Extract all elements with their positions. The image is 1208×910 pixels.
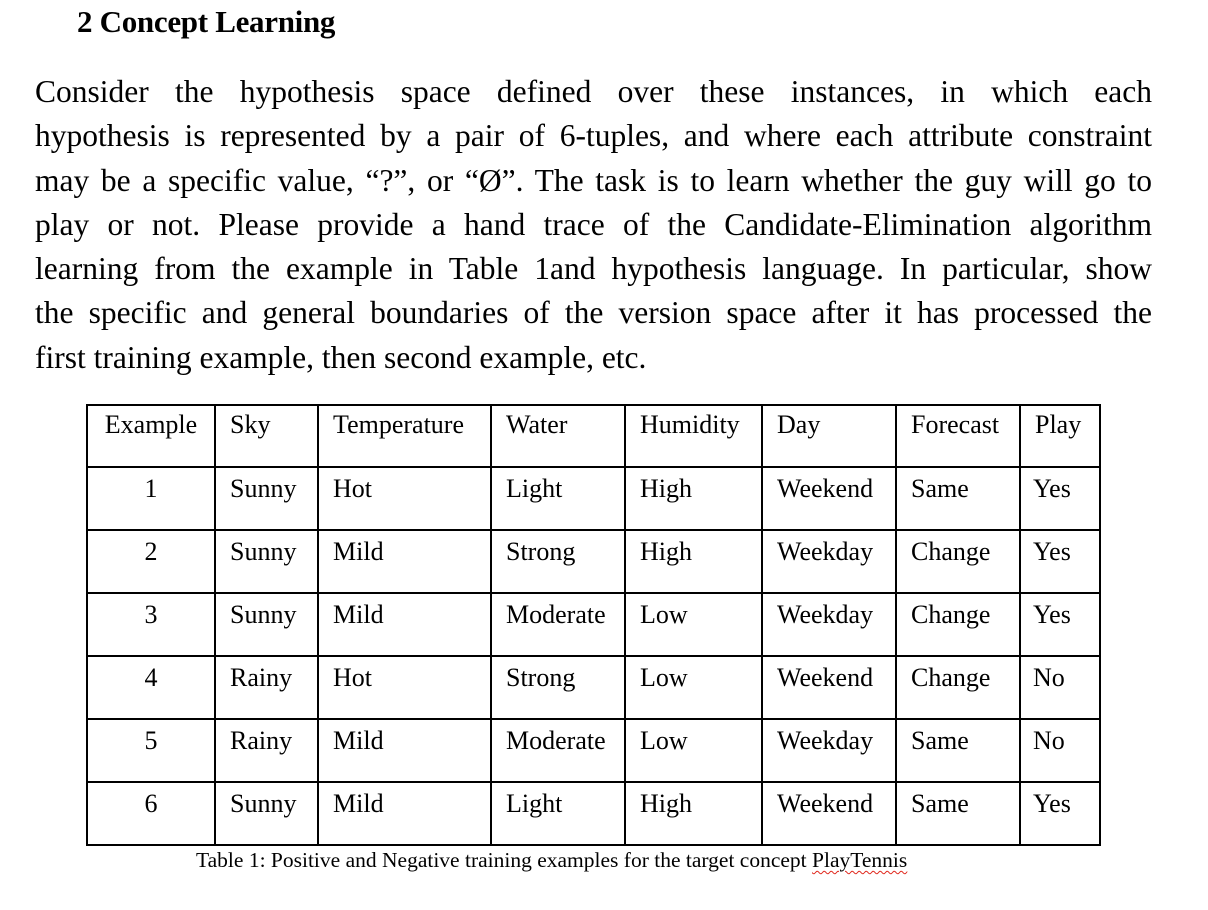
cell-water: Moderate — [490, 718, 626, 783]
cell-day: Weekend — [761, 466, 897, 531]
cell-humidity: High — [624, 466, 763, 531]
cell-water: Light — [490, 781, 626, 846]
training-examples-table: Example Sky Temperature Water Humidity D… — [86, 404, 1101, 846]
cell-forecast: Same — [895, 718, 1021, 783]
cell-humidity: Low — [624, 592, 763, 657]
cell-humidity: Low — [624, 655, 763, 720]
header-cell-day: Day — [761, 404, 897, 468]
cell-forecast: Same — [895, 781, 1021, 846]
cell-humidity: High — [624, 781, 763, 846]
cell-sky: Sunny — [214, 592, 319, 657]
table-caption: Table 1: Positive and Negative training … — [196, 846, 907, 874]
cell-example: 4 — [86, 655, 216, 720]
cell-play: Yes — [1019, 466, 1101, 531]
cell-water: Strong — [490, 655, 626, 720]
cell-play: Yes — [1019, 781, 1101, 846]
cell-temperature: Mild — [317, 529, 492, 594]
cell-example: 2 — [86, 529, 216, 594]
cell-day: Weekday — [761, 529, 897, 594]
spellcheck-flagged-word[interactable]: PlayTennis — [812, 848, 907, 872]
header-cell-water: Water — [490, 404, 626, 468]
cell-temperature: Hot — [317, 655, 492, 720]
table-row: 4 Rainy Hot Strong Low Weekend Change No — [86, 655, 1101, 720]
cell-example: 5 — [86, 718, 216, 783]
cell-forecast: Same — [895, 466, 1021, 531]
cell-temperature: Mild — [317, 781, 492, 846]
problem-paragraph: Consider the hypothesis space defined ov… — [35, 70, 1152, 380]
section-heading: 2 Concept Learning — [77, 4, 336, 39]
cell-play: Yes — [1019, 529, 1101, 594]
cell-temperature: Mild — [317, 592, 492, 657]
header-cell-example: Example — [86, 404, 216, 468]
paragraph-line: play or not. Please provide a hand trace… — [35, 206, 1152, 242]
table-row: 2 Sunny Mild Strong High Weekday Change … — [86, 529, 1101, 594]
cell-example: 6 — [86, 781, 216, 846]
paragraph-line: may be a specific value, “?”, or “Ø”. Th… — [35, 162, 1152, 198]
table-row: 3 Sunny Mild Moderate Low Weekday Change… — [86, 592, 1101, 657]
header-cell-humidity: Humidity — [624, 404, 763, 468]
cell-sky: Rainy — [214, 655, 319, 720]
table-row: 5 Rainy Mild Moderate Low Weekday Same N… — [86, 718, 1101, 783]
caption-text: Table 1: Positive and Negative training … — [196, 848, 813, 872]
cell-play: Yes — [1019, 592, 1101, 657]
paragraph-line: first training example, then second exam… — [35, 339, 647, 375]
table-row: 6 Sunny Mild Light High Weekend Same Yes — [86, 781, 1101, 846]
cell-example: 3 — [86, 592, 216, 657]
cell-water: Strong — [490, 529, 626, 594]
table-row: 1 Sunny Hot Light High Weekend Same Yes — [86, 466, 1101, 531]
cell-sky: Sunny — [214, 529, 319, 594]
header-cell-play: Play — [1019, 404, 1101, 468]
cell-water: Light — [490, 466, 626, 531]
cell-forecast: Change — [895, 529, 1021, 594]
header-cell-temperature: Temperature — [317, 404, 492, 468]
cell-temperature: Mild — [317, 718, 492, 783]
cell-play: No — [1019, 655, 1101, 720]
cell-water: Moderate — [490, 592, 626, 657]
cell-play: No — [1019, 718, 1101, 783]
cell-humidity: Low — [624, 718, 763, 783]
header-cell-forecast: Forecast — [895, 404, 1021, 468]
cell-example: 1 — [86, 466, 216, 531]
cell-day: Weekend — [761, 655, 897, 720]
paragraph-line: learning from the example in Table 1and … — [35, 251, 1152, 287]
cell-humidity: High — [624, 529, 763, 594]
cell-forecast: Change — [895, 592, 1021, 657]
cell-sky: Sunny — [214, 466, 319, 531]
paragraph-line: the specific and general boundaries of t… — [35, 295, 1152, 331]
paragraph-line: hypothesis is represented by a pair of 6… — [35, 118, 1152, 154]
table-header-row: Example Sky Temperature Water Humidity D… — [86, 404, 1101, 468]
cell-forecast: Change — [895, 655, 1021, 720]
cell-temperature: Hot — [317, 466, 492, 531]
cell-sky: Sunny — [214, 781, 319, 846]
paragraph-line: Consider the hypothesis space defined ov… — [35, 74, 1152, 109]
cell-day: Weekend — [761, 781, 897, 846]
cell-day: Weekday — [761, 718, 897, 783]
cell-sky: Rainy — [214, 718, 319, 783]
cell-day: Weekday — [761, 592, 897, 657]
header-cell-sky: Sky — [214, 404, 319, 468]
